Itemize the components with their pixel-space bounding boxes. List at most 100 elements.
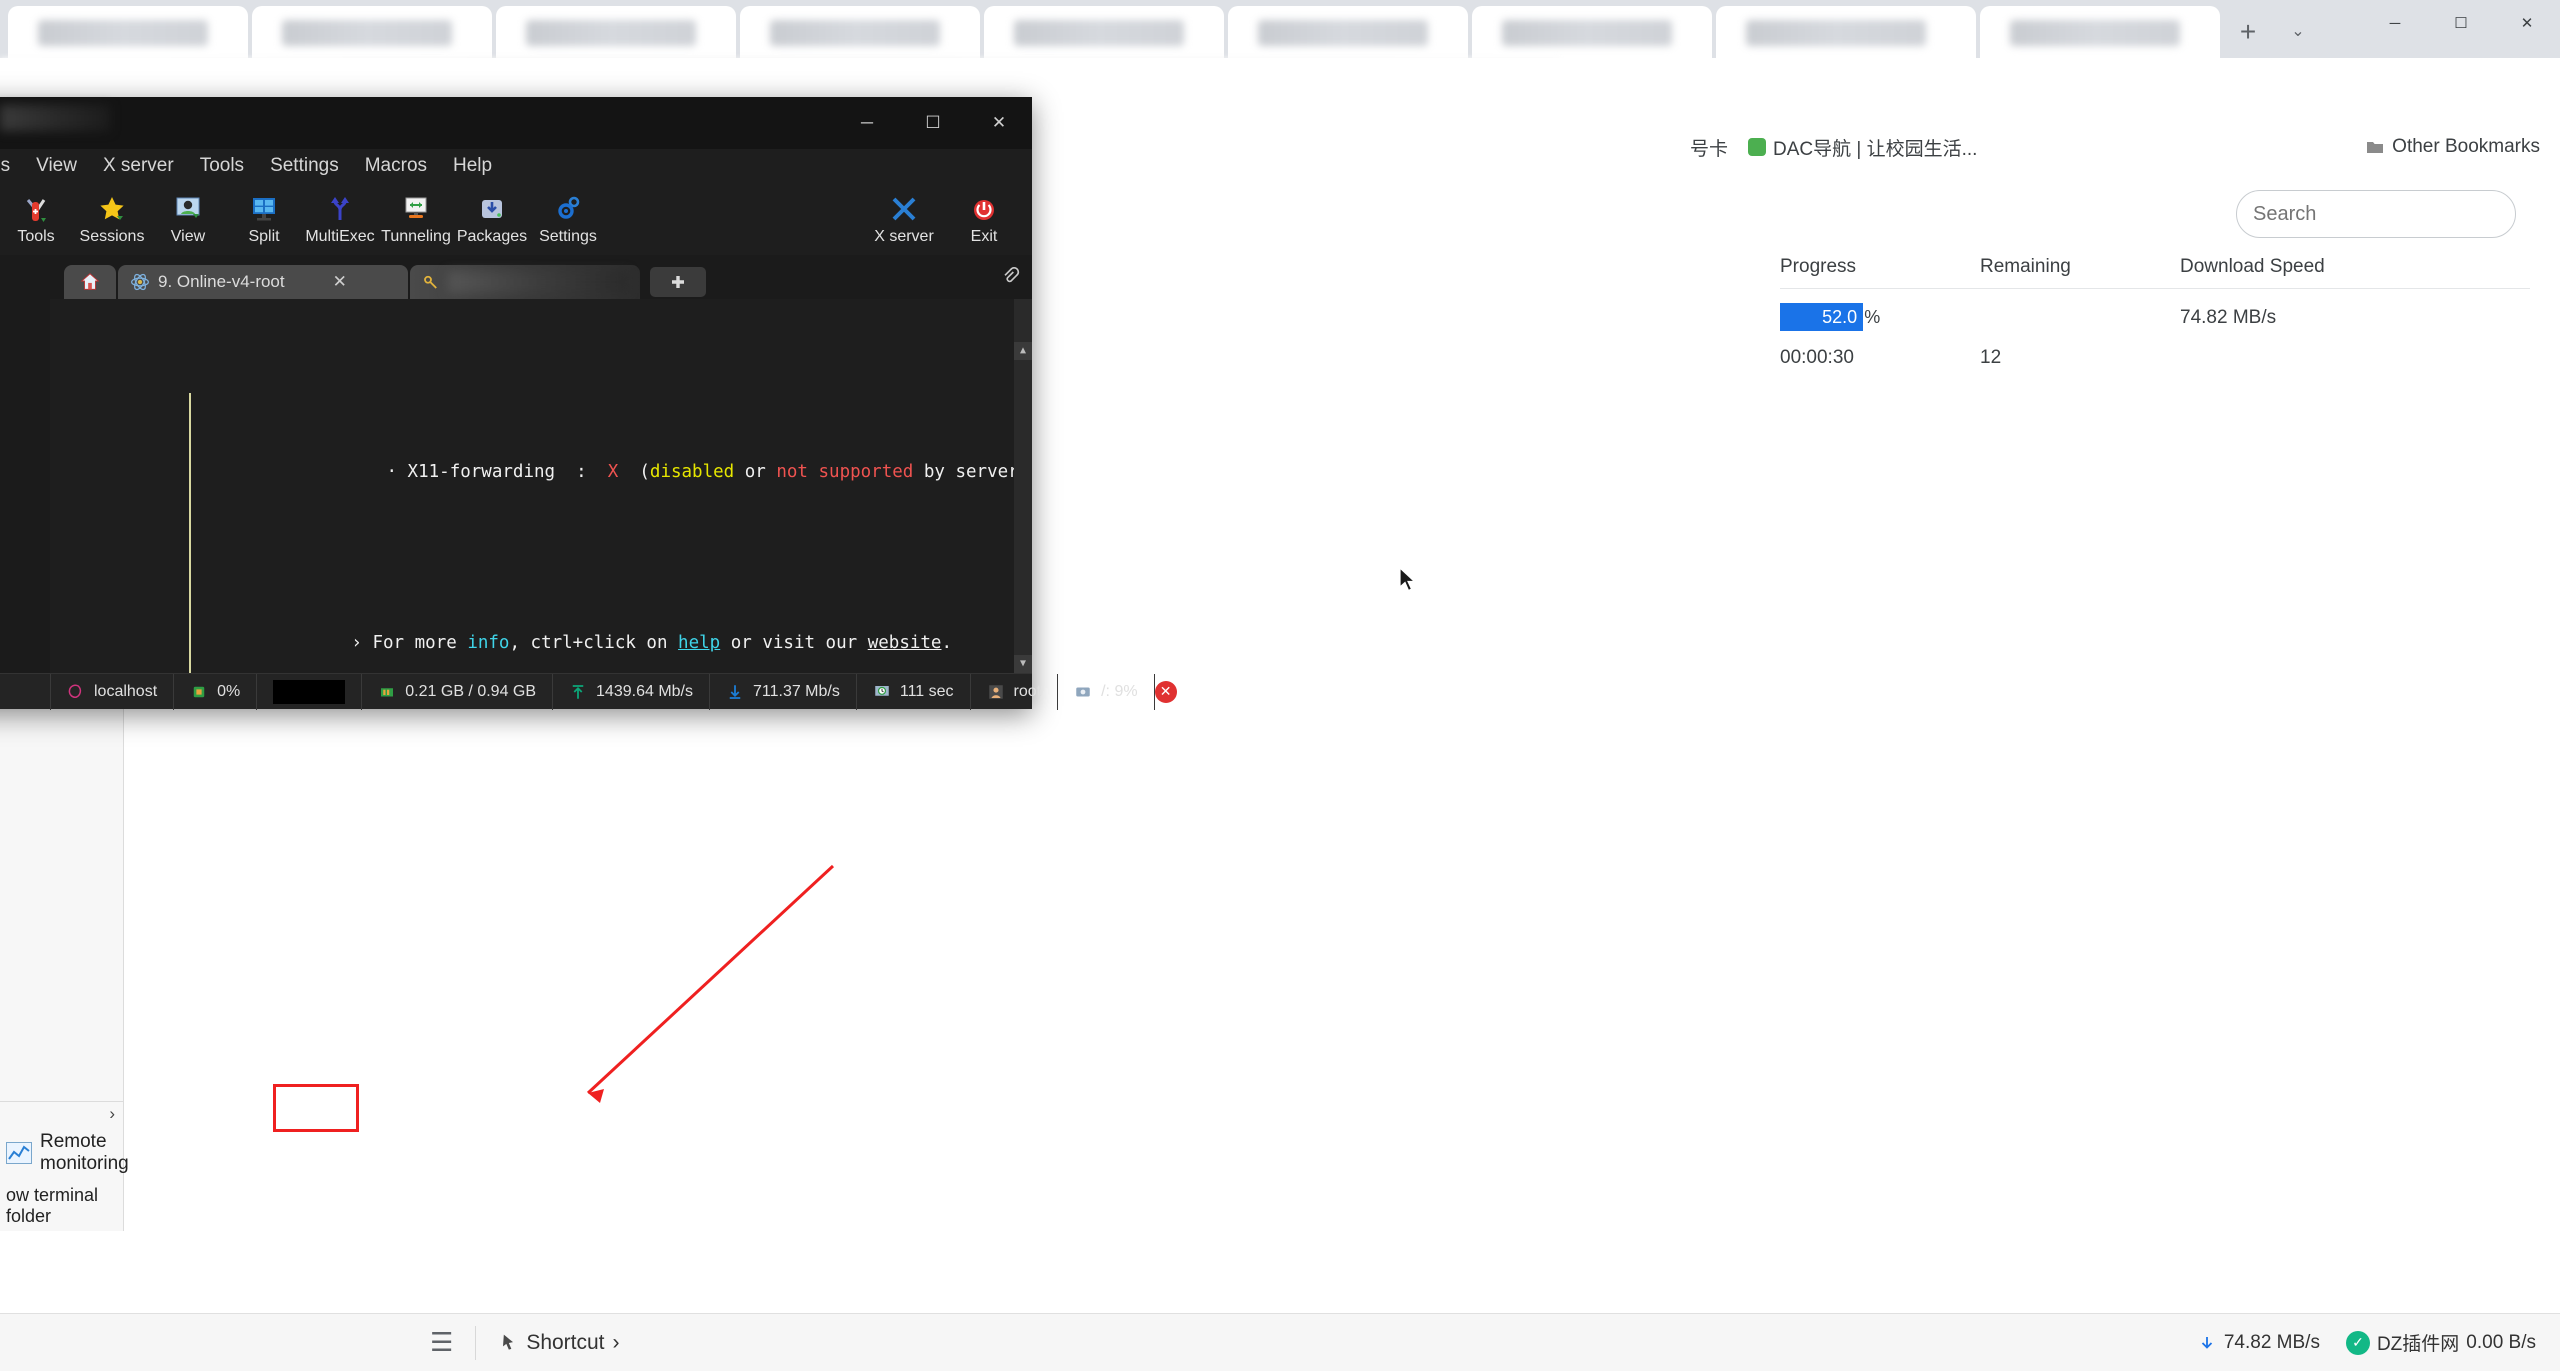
new-tab-button[interactable]: + [2228,12,2268,52]
toolbar-button-view[interactable]: View [150,193,226,246]
download-speed-text: 74.82 MB/s [2223,1331,2320,1353]
paperclip-icon[interactable] [1000,267,1020,293]
x-server-icon [889,193,919,225]
status-host-label: localhost [94,682,158,700]
terminal-output[interactable]: · X11-forwarding : X (disabled or not su… [50,299,1032,673]
tunneling-icon [401,193,431,225]
mobaxterm-title-bar[interactable]: ─ ☐ ✕ [0,97,1032,149]
bookmark-favicon-icon [1748,138,1767,156]
menu-item-x-server[interactable]: X server [90,155,187,177]
status-uptime[interactable]: 111 sec [857,673,971,710]
status-close-button[interactable]: ✕ [1154,674,1177,710]
remote-monitoring-panel[interactable]: Remote monitoring [0,1125,129,1181]
remote-monitoring-label: Remote monitoring [40,1131,129,1174]
menu-item-view[interactable]: View [23,155,90,177]
terminal-text: X [607,461,619,482]
toolbar-button-multiexec[interactable]: MultiExec [302,193,378,246]
exit-power-icon [969,193,999,225]
tab-close-icon[interactable]: ✕ [333,272,347,292]
terminal-link[interactable]: info [467,633,509,653]
download-arrow-icon [2201,1336,2212,1349]
browser-tab[interactable] [8,6,248,58]
mobaxterm-minimize-button[interactable]: ─ [834,97,900,149]
browser-tab[interactable] [740,6,980,58]
menu-hamburger-icon[interactable]: ☰ [430,1327,453,1358]
sessions-star-icon [97,193,127,225]
tab-search-chevron-icon[interactable]: ⌄ [2280,14,2316,48]
toolbar-label: Exit [970,227,998,245]
toolbar-button-tools[interactable]: Tools [0,193,74,246]
new-tab-button[interactable] [650,267,706,297]
multiexec-icon [325,193,355,225]
toolbar-button-split[interactable]: Split [226,193,302,246]
bookmark-item[interactable]: 号卡 [1680,130,1738,164]
mobaxterm-close-button[interactable]: ✕ [966,97,1032,149]
downloads-search-box[interactable] [2236,190,2518,238]
toolbar-label: X server [874,227,934,245]
status-host[interactable]: localhost [50,673,175,710]
chevron-right-icon[interactable]: › [613,1331,620,1355]
plus-icon [672,276,684,288]
mobaxterm-maximize-button[interactable]: ☐ [900,97,966,149]
other-bookmarks-button[interactable]: Other Bookmarks [2366,136,2540,158]
status-download[interactable]: 711.37 Mb/s [710,673,857,710]
sidebar-expand-chevron-icon[interactable]: › [0,1101,123,1125]
status-user-label: root [1013,682,1042,700]
terminal-link-website[interactable]: website [868,633,942,653]
browser-tab-active[interactable] [1716,6,1976,58]
toolbar-label: Sessions [79,227,145,245]
browser-tab[interactable] [496,6,736,58]
browser-tab[interactable] [252,6,492,58]
progress-value-label: 52.0 [1822,306,1858,327]
toolbar-button-exit[interactable]: Exit [946,193,1022,246]
tab-second[interactable] [410,265,640,299]
terminal-text: disabled [649,461,735,482]
toolbar-button-x-server[interactable]: X server [866,193,942,246]
toolbar-label: Split [248,227,280,245]
downloads-table-header: Progress Remaining Download Speed [1780,256,2530,289]
scroll-up-arrow-icon[interactable]: ▲ [1014,342,1032,360]
menu-item-settings[interactable]: Settings [257,155,352,177]
terminal-text: by server) [913,461,1030,482]
mobaxterm-menu-bar: SessionsViewX serverToolsSettingsMacrosH… [0,149,1032,183]
status-cpu[interactable]: 0% [174,673,258,710]
tab-home[interactable] [64,265,116,299]
browser-minimize-button[interactable]: ─ [2362,0,2428,46]
search-input[interactable] [2253,202,2518,226]
terminal-scrollbar[interactable]: ▲ ▼ [1014,299,1032,673]
status-disk[interactable]: /: 9% [1058,673,1155,710]
status-upload[interactable]: 1439.64 Mb/s [553,673,710,710]
menu-item-sessions[interactable]: Sessions [0,155,23,177]
toolbar-button-settings[interactable]: Settings [530,193,606,246]
mobaxterm-body: · X11-forwarding : X (disabled or not su… [0,299,1032,673]
toolbar-label: MultiExec [305,227,375,245]
browser-maximize-button[interactable]: ☐ [2428,0,2494,46]
menu-item-tools[interactable]: Tools [187,155,257,177]
upload-speed-text: 0.00 B/s [2466,1331,2536,1353]
browser-close-button[interactable]: ✕ [2494,0,2560,46]
table-row[interactable]: 52.0 % 00:00:30 12 74.82 MB/s [1780,289,2530,369]
sidebar-bottom: › Remote monitoring ow terminal folder [0,1101,129,1231]
browser-tab[interactable] [984,6,1224,58]
toolbar-button-tunneling[interactable]: Tunneling [378,193,454,246]
toolbar-label: View [170,227,206,245]
browser-tab[interactable] [1472,6,1712,58]
bookmark-label: DAC导航 | 让校园生活... [1773,138,1978,160]
status-redacted[interactable] [257,673,363,710]
status-memory[interactable]: 0.21 GB / 0.94 GB [362,673,554,710]
progress-percent-suffix: % [1864,306,1881,327]
status-user[interactable]: root [971,673,1059,710]
browser-tab[interactable] [1980,6,2220,58]
browser-tab[interactable] [1228,6,1468,58]
scroll-down-arrow-icon[interactable]: ▼ [1014,655,1032,673]
terminal-link-help[interactable]: help [678,633,720,653]
bookmark-item-dac[interactable]: DAC导航 | 让校园生活... [1738,130,1987,164]
menu-item-macros[interactable]: Macros [352,155,440,177]
toolbar-button-packages[interactable]: Packages [454,193,530,246]
toolbar-button-sessions[interactable]: Sessions [74,193,150,246]
terminal-text: not supported [776,461,914,482]
close-icon: ✕ [1154,680,1177,703]
menu-item-help[interactable]: Help [440,155,505,177]
shortcut-button[interactable]: Shortcut › [498,1331,620,1355]
tab-online-v4-root[interactable]: 9. Online-v4-root ✕ [118,265,408,299]
